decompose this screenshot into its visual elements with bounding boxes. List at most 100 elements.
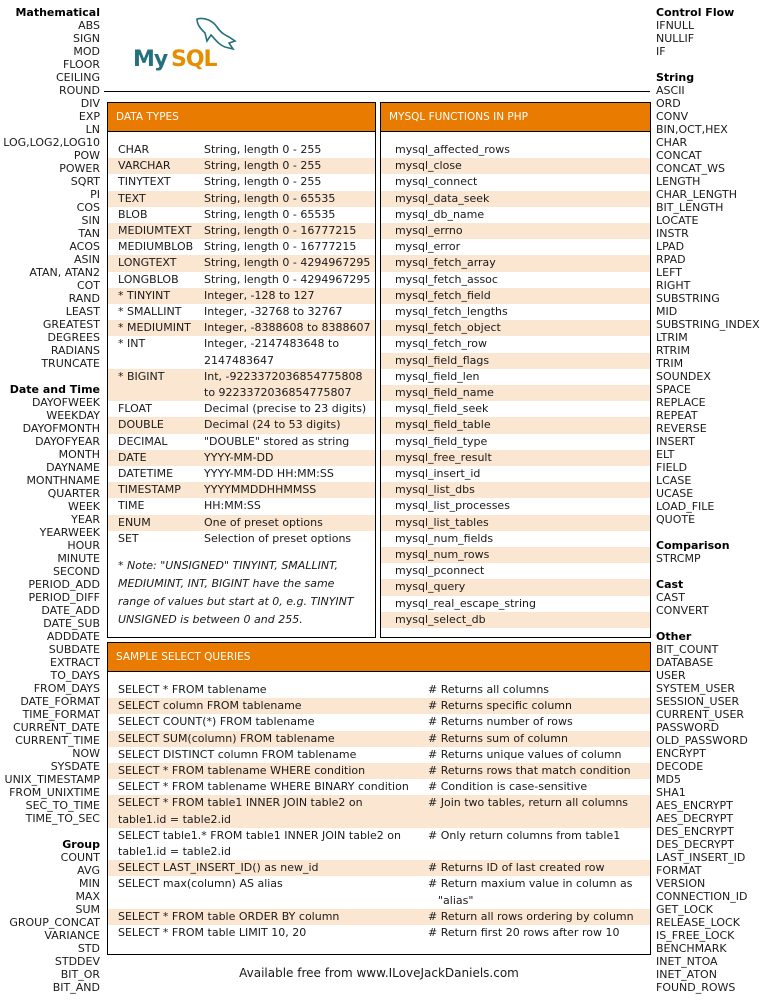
data-types-table: CHAR String, length 0 - 255 VARCHAR String,… — [108, 132, 375, 547]
description-line: String, length 0 - 255 — [204, 143, 322, 156]
php-function-item: mysql_real_escape_string — [395, 596, 536, 610]
function-item: DECODE — [656, 760, 704, 773]
description-line: Integer, -128 to 127 — [204, 288, 315, 302]
function-item: RPAD — [656, 253, 686, 266]
function-item: SYSDATE — [50, 760, 100, 773]
function-group: Mathematical ABS SIGN MOD FLOOR CEILING ROUND D… — [0, 6, 100, 370]
function-group: Cast CAST CONVERT — [656, 578, 763, 617]
function-item: CONVERT — [656, 604, 709, 617]
function-item: CHAR_LENGTH — [656, 188, 738, 201]
function-item: LTRIM — [656, 331, 688, 344]
php-function-item: mysql_list_dbs — [381, 482, 650, 499]
comment-line: # Returns number of rows — [428, 715, 573, 729]
function-item: CAST — [656, 591, 685, 604]
function-item: MID — [656, 305, 678, 318]
function-group: Comparison STRCMP — [656, 539, 763, 565]
function-item: CURRENT_USER — [656, 708, 745, 721]
function-item: SYSTEM_USER — [656, 682, 735, 695]
function-item: SUBSTRING — [656, 292, 720, 305]
data-type-row: TIMESTAMP YYYYMMDDHHMMSS — [108, 482, 375, 499]
function-group-heading: Mathematical — [15, 6, 100, 19]
data-type-description: Integer, -128 to 127 — [204, 288, 375, 304]
function-item: SESSION_USER — [656, 695, 740, 708]
function-item: TIME_FORMAT — [22, 708, 100, 721]
php-function-item: mysql_insert_id — [395, 467, 481, 481]
comment-line: # Returns sum of column — [428, 731, 568, 745]
data-type-name: ENUM — [118, 515, 151, 529]
function-item: COS — [76, 201, 100, 214]
data-type-name: * TINYINT — [118, 288, 171, 302]
php-function-item: mysql_pconnect — [395, 564, 485, 578]
function-item: GET_LOCK — [656, 903, 713, 916]
sql-line: SELECT * FROM tablename WHERE BINARY con… — [118, 780, 409, 794]
function-item: GREATEST — [42, 318, 100, 331]
comment-line: "alias" — [438, 893, 474, 907]
data-type-row: DATETIME YYYY-MM-DD HH:MM:SS — [108, 466, 375, 482]
right-function-index: Control Flow IFNULL NULLIF IF String ASCII ORD… — [656, 6, 763, 1007]
data-type-name: * SMALLINT — [118, 305, 182, 319]
function-group-heading: Date and Time — [9, 383, 100, 396]
description-line: Integer, -8388608 to 8388607 — [204, 321, 371, 335]
function-item: LN — [85, 123, 100, 136]
function-item: DATE_ADD — [41, 604, 100, 617]
function-item: GROUP_CONCAT — [9, 916, 100, 929]
function-item: SIN — [81, 214, 100, 227]
data-type-name: BLOB — [118, 207, 148, 221]
function-item: DEGREES — [47, 331, 100, 344]
sql-line: SELECT table1.* FROM table1 INNER JOIN t… — [118, 828, 401, 842]
function-item: RIGHT — [656, 279, 691, 292]
description-line: 2147483647 — [204, 353, 274, 367]
unsigned-note: * Note: "UNSIGNED" TINYINT, SMALLINT, ME… — [118, 559, 354, 627]
data-type-row: VARCHAR String, length 0 - 255 — [108, 158, 375, 175]
function-item: RAND — [68, 292, 100, 305]
data-type-row: * BIGINT Int, -9223372036854775808 to 9223… — [108, 368, 375, 402]
function-item: VERSION — [656, 877, 706, 890]
php-function-item: mysql_errno — [381, 223, 650, 240]
data-type-description: Integer, -32768 to 32767 — [204, 304, 375, 320]
description-line: Decimal (24 to 53 digits) — [204, 418, 341, 432]
description-line: Decimal (precise to 23 digits) — [204, 402, 367, 416]
sample-queries-panel: SAMPLE SELECT QUERIES SELECT * FROM tabl… — [107, 642, 651, 955]
function-group-heading: Group — [62, 838, 100, 851]
php-function-item: mysql_query — [381, 579, 650, 596]
php-function-item: mysql_fetch_lengths — [395, 305, 508, 319]
data-type-description: String, length 0 - 255 — [204, 142, 375, 158]
query-sql: SELECT table1.* FROM table1 INNER JOIN t… — [118, 828, 428, 860]
data-type-description: Integer, -2147483648 to 2147483647 — [204, 336, 375, 368]
function-item: WEEK — [68, 500, 100, 513]
data-type-description: Selection of preset options — [204, 531, 375, 547]
comment-line: # Returns all columns — [428, 683, 550, 696]
data-type-row: MEDIUMTEXT String, length 0 - 16777215 — [108, 223, 375, 240]
php-function-item: mysql_num_rows — [381, 547, 650, 564]
function-group-heading: Cast — [656, 578, 684, 591]
function-item: SIGN — [73, 32, 100, 45]
data-type-description: String, length 0 - 4294967295 — [204, 255, 375, 271]
sample-queries-title: SAMPLE SELECT QUERIES — [108, 643, 650, 672]
data-type-description: Integer, -8388608 to 8388607 — [204, 320, 375, 336]
data-type-name: FLOAT — [118, 402, 152, 416]
function-item: TO_DAYS — [50, 669, 100, 682]
function-group: Control Flow IFNULL NULLIF IF — [656, 6, 763, 58]
function-item: BIT_AND — [52, 981, 100, 994]
sql-line: table1.id = table2.id — [118, 845, 231, 859]
comment-line: # Returns rows that match condition — [428, 764, 631, 778]
data-type-description: String, length 0 - 16777215 — [204, 223, 375, 239]
data-type-name: VARCHAR — [118, 159, 171, 173]
function-item: STDDEV — [54, 955, 100, 968]
function-item: LEFT — [656, 266, 682, 279]
function-item: DAYOFYEAR — [35, 435, 100, 448]
function-item: LPAD — [656, 240, 685, 253]
data-type-description: String, length 0 - 65535 — [204, 207, 375, 223]
function-item: HOUR — [67, 539, 100, 552]
description-line: YYYYMMDDHHMMSS — [204, 483, 317, 497]
function-item: ADDDATE — [46, 630, 100, 643]
function-item: YEARWEEK — [39, 526, 100, 539]
sql-line: SELECT * FROM tablename — [118, 683, 267, 696]
query-sql: SELECT COUNT(*) FROM tablename — [118, 714, 428, 730]
data-type-description: String, length 0 - 65535 — [204, 191, 375, 207]
data-type-description: Decimal (24 to 53 digits) — [204, 417, 375, 433]
sql-line: SELECT * FROM tablename WHERE condition — [118, 764, 366, 778]
data-types-title: DATA TYPES — [108, 103, 375, 132]
data-type-name: DOUBLE — [118, 418, 164, 432]
query-comment: # Returns sum of column — [428, 731, 650, 747]
